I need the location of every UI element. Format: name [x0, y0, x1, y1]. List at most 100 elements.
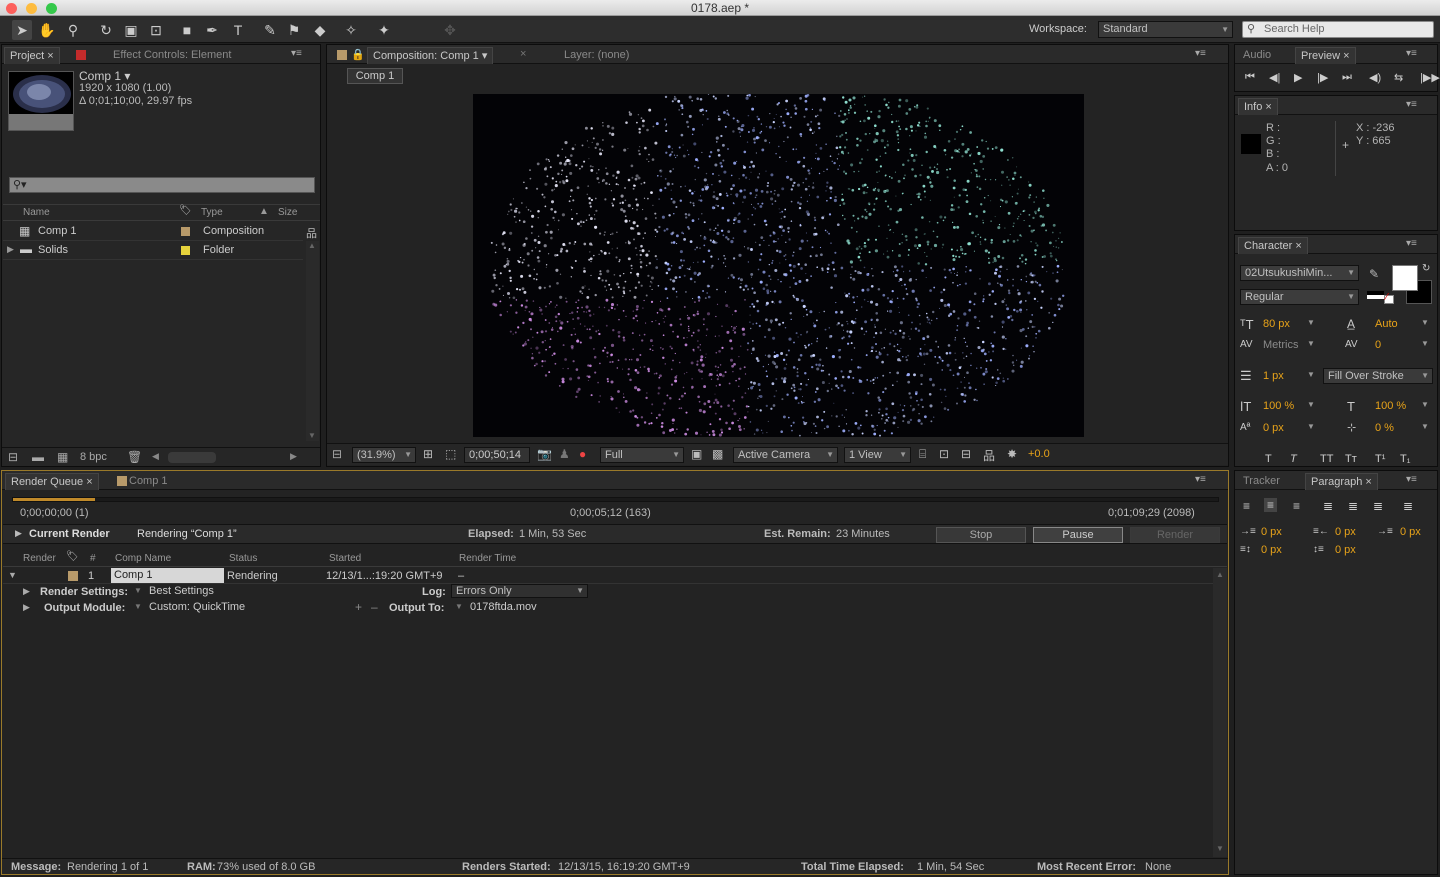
- pen-tool-icon[interactable]: ✒: [202, 20, 222, 40]
- output-to-dropdown-icon[interactable]: ▼: [455, 602, 463, 611]
- stroke-width-value[interactable]: 1 px: [1263, 370, 1284, 382]
- align-center-icon[interactable]: ≡: [1264, 498, 1278, 512]
- exposure-value[interactable]: +0.0: [1028, 448, 1050, 460]
- pixel-aspect-icon[interactable]: ⌸: [919, 447, 926, 462]
- subscript-icon[interactable]: T₁: [1400, 453, 1410, 465]
- type-tool-icon[interactable]: T: [228, 20, 248, 40]
- remove-output-module-icon[interactable]: –: [371, 600, 378, 614]
- disclosure-triangle-icon[interactable]: ▶: [15, 528, 22, 539]
- pause-button[interactable]: Pause: [1033, 527, 1123, 543]
- render-settings-value[interactable]: Best Settings: [149, 585, 214, 597]
- toggle-mask-icon[interactable]: ⬚: [445, 447, 456, 461]
- project-item-row[interactable]: ▶ ▬ Solids Folder: [3, 241, 303, 260]
- font-family-dropdown[interactable]: 02UtsukushiMin...: [1240, 265, 1359, 281]
- puppet-pin-tool-icon[interactable]: ✦: [374, 20, 394, 40]
- column-status[interactable]: Status: [229, 553, 257, 564]
- align-right-icon[interactable]: ≡: [1293, 499, 1300, 513]
- column-size[interactable]: Size: [278, 207, 297, 218]
- composition-viewer[interactable]: [473, 94, 1084, 437]
- play-icon[interactable]: ▶: [1294, 71, 1302, 84]
- timeline-icon[interactable]: ⊟: [961, 447, 971, 461]
- project-scrollbar[interactable]: ▲ ▼: [306, 241, 319, 441]
- rotate-tool-icon[interactable]: ↻: [96, 20, 116, 40]
- scroll-right-icon[interactable]: ▶: [290, 451, 297, 462]
- fast-previews-icon[interactable]: ⊡: [939, 447, 949, 461]
- first-frame-icon[interactable]: ⏮: [1245, 71, 1255, 84]
- stop-button[interactable]: Stop: [936, 527, 1026, 543]
- current-time-display[interactable]: 0;00;50;14: [464, 447, 530, 463]
- eyedropper-icon[interactable]: ✎: [1369, 267, 1379, 281]
- show-snapshot-icon[interactable]: ♟: [559, 447, 570, 461]
- hand-tool-icon[interactable]: ✋: [37, 20, 57, 40]
- snapshot-camera-icon[interactable]: 📷: [537, 447, 552, 461]
- add-output-module-icon[interactable]: +: [355, 600, 362, 614]
- tab-layer[interactable]: Layer: (none): [559, 47, 634, 64]
- next-frame-icon[interactable]: |▶: [1317, 71, 1328, 84]
- log-dropdown[interactable]: Errors Only: [451, 584, 588, 598]
- align-left-icon[interactable]: ≡: [1243, 499, 1250, 513]
- column-type[interactable]: Type: [201, 207, 223, 218]
- tab-effect-controls[interactable]: Effect Controls: Element: [108, 47, 236, 64]
- tab-character[interactable]: Character ×: [1238, 237, 1308, 254]
- leading-dropdown-icon[interactable]: ▼: [1421, 318, 1429, 327]
- tab-tracker[interactable]: Tracker: [1238, 473, 1285, 490]
- baseline-shift-value[interactable]: 0 px: [1263, 422, 1284, 434]
- indent-right-value[interactable]: 0 px: [1335, 526, 1356, 538]
- kerning-dropdown-icon[interactable]: ▼: [1307, 339, 1315, 348]
- camera-tool-icon[interactable]: ▣: [121, 20, 141, 40]
- view-layout-dropdown[interactable]: 1 View: [844, 447, 911, 463]
- resolution-dropdown[interactable]: Full: [600, 447, 684, 463]
- brush-tool-icon[interactable]: ✎: [260, 20, 280, 40]
- scroll-left-icon[interactable]: ◀: [152, 451, 159, 462]
- zoom-tool-icon[interactable]: ⚲: [63, 20, 83, 40]
- comp-info-name[interactable]: Comp 1 ▾: [79, 69, 130, 83]
- justify-left-icon[interactable]: ≣: [1323, 499, 1333, 513]
- horizontal-scale-value[interactable]: 100 %: [1375, 400, 1406, 412]
- disclosure-triangle-icon[interactable]: ▶: [23, 602, 30, 613]
- interpret-footage-icon[interactable]: ⊟: [8, 450, 18, 464]
- close-tab-icon[interactable]: ×: [520, 48, 526, 60]
- disclosure-triangle-icon[interactable]: ▶: [7, 244, 14, 255]
- tsume-value[interactable]: 0 %: [1375, 422, 1394, 434]
- panel-menu-icon[interactable]: ▾≡: [1195, 474, 1206, 485]
- render-item-comp-name[interactable]: Comp 1: [111, 568, 224, 583]
- output-to-value[interactable]: 0178ftda.mov: [470, 601, 537, 613]
- vertical-scale-dropdown-icon[interactable]: ▼: [1307, 400, 1315, 409]
- tab-audio[interactable]: Audio: [1238, 47, 1276, 64]
- scroll-down-icon[interactable]: ▼: [308, 431, 316, 440]
- tab-project[interactable]: Project ×: [4, 47, 60, 64]
- column-comp-name[interactable]: Comp Name: [115, 553, 171, 564]
- label-tag-icon[interactable]: 🏷: [179, 205, 192, 216]
- column-render-time[interactable]: Render Time: [459, 553, 516, 564]
- new-folder-icon[interactable]: ▬: [32, 450, 44, 464]
- magnification-dropdown[interactable]: (31.9%): [352, 447, 416, 463]
- camera-view-dropdown[interactable]: Active Camera: [733, 447, 838, 463]
- item-color-label[interactable]: [181, 227, 190, 236]
- ram-preview-icon[interactable]: |▶▶: [1420, 71, 1440, 84]
- panel-menu-icon[interactable]: ▾≡: [1406, 48, 1417, 59]
- clone-stamp-tool-icon[interactable]: ⚑: [284, 20, 304, 40]
- panel-menu-icon[interactable]: ▾≡: [1406, 238, 1417, 249]
- output-module-value[interactable]: Custom: QuickTime: [149, 601, 245, 613]
- pan-behind-tool-icon[interactable]: ⊡: [146, 20, 166, 40]
- last-frame-icon[interactable]: ⏭: [1342, 71, 1352, 84]
- render-queue-item-row[interactable]: ▼ 1 Comp 1 Rendering 12/13/1...:19:20 GM…: [3, 568, 1213, 584]
- column-name[interactable]: Name: [23, 207, 50, 218]
- roto-brush-tool-icon[interactable]: ✧: [341, 20, 361, 40]
- item-color-label[interactable]: [181, 246, 190, 255]
- panel-menu-icon[interactable]: ▾≡: [1406, 99, 1417, 110]
- exposure-icon[interactable]: ✸: [1007, 447, 1017, 461]
- stroke-type-dropdown[interactable]: Fill Over Stroke: [1323, 368, 1433, 384]
- selection-tool-icon[interactable]: ➤: [12, 20, 32, 40]
- previous-frame-icon[interactable]: ◀|: [1269, 71, 1280, 84]
- swap-colors-icon[interactable]: ↻: [1422, 263, 1430, 274]
- column-number[interactable]: #: [90, 553, 96, 564]
- no-color-swatch[interactable]: ⁄: [1384, 292, 1394, 304]
- horizontal-scale-dropdown-icon[interactable]: ▼: [1421, 400, 1429, 409]
- all-caps-icon[interactable]: TT: [1320, 453, 1333, 465]
- leading-value[interactable]: Auto: [1375, 318, 1398, 330]
- indent-left-value[interactable]: 0 px: [1261, 526, 1282, 538]
- loop-icon[interactable]: ⇆: [1394, 71, 1403, 84]
- render-queue-scrollbar[interactable]: ▲ ▼: [1213, 568, 1227, 857]
- project-h-scroll-thumb[interactable]: [168, 452, 216, 463]
